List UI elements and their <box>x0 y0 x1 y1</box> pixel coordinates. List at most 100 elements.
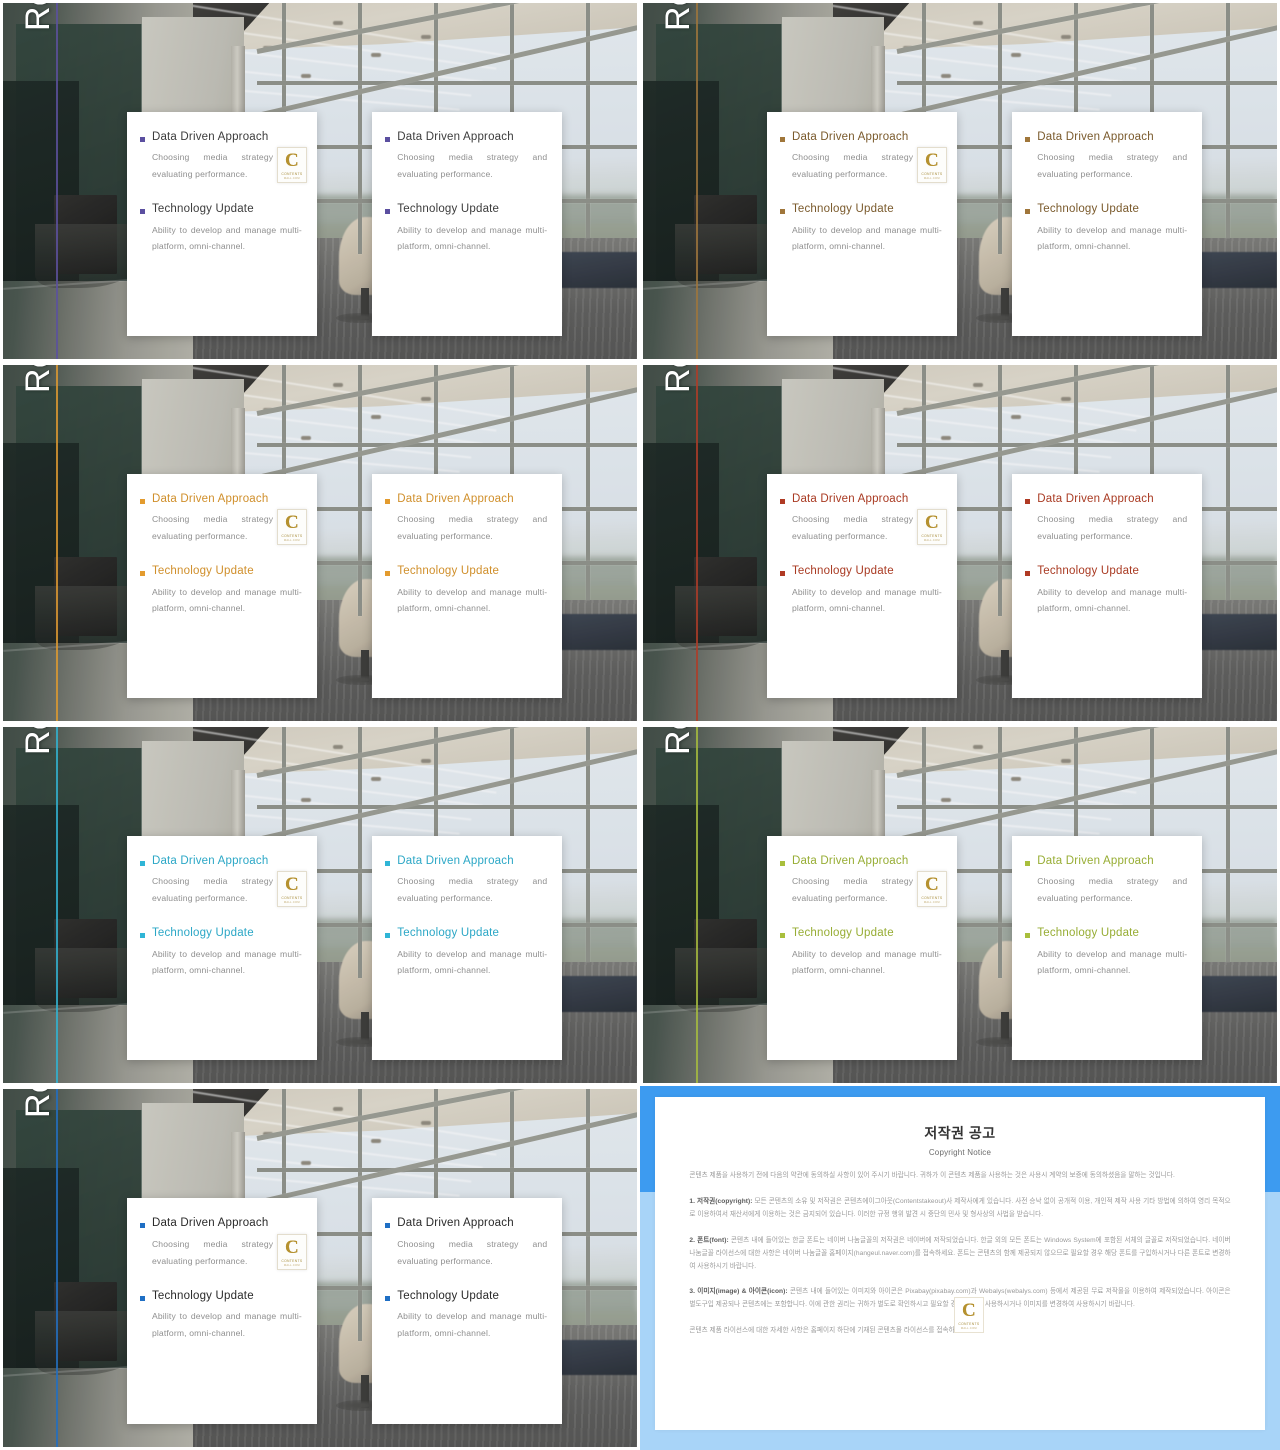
content-card-right[interactable]: Data Driven Approach Choosing media stra… <box>371 1198 563 1424</box>
slide-5[interactable]: Research Data Driven Approach Choosing m… <box>3 727 637 1083</box>
content-card-right[interactable]: Data Driven Approach Choosing media stra… <box>371 835 563 1060</box>
square-bullet-icon <box>1025 136 1031 142</box>
bullet-item-body: Ability to develop and manage multi-plat… <box>1037 586 1188 614</box>
slide-vertical-title: Research <box>659 727 698 755</box>
content-card-left[interactable]: Data Driven Approach Choosing media stra… <box>126 111 317 336</box>
bullet-item-header: Data Driven Approach <box>139 492 304 507</box>
bullet-item: Technology Update Ability to develop and… <box>139 1290 304 1342</box>
logo-letter: C <box>962 1299 976 1321</box>
square-bullet-icon <box>139 1223 145 1229</box>
bullet-item: Data Driven Approach Choosing media stra… <box>1025 855 1189 907</box>
copyright-title: 저작권 공고 <box>924 1125 996 1142</box>
square-bullet-icon <box>385 1295 391 1301</box>
bullet-item-title: Data Driven Approach <box>1037 130 1154 143</box>
brand-logo-watermark: C CONTENTS MALL.COM <box>276 509 307 546</box>
content-card-left[interactable]: Data Driven Approach Choosing media stra… <box>766 111 957 336</box>
grid-cell-4[interactable]: Research Data Driven Approach Choosing m… <box>640 362 1280 724</box>
content-card-right[interactable]: Data Driven Approach Choosing media stra… <box>1011 473 1203 698</box>
grid-cell-1[interactable]: Research Data Driven Approach Choosing m… <box>0 0 640 362</box>
bullet-item: Data Driven Approach Choosing media stra… <box>385 1217 549 1269</box>
bullet-item: Technology Update Ability to develop and… <box>139 565 304 617</box>
bullet-item-body: Ability to develop and manage multi-plat… <box>397 224 548 252</box>
logo-line1: CONTENTS <box>281 895 303 900</box>
bullet-item-title: Data Driven Approach <box>397 1217 514 1230</box>
slide-7[interactable]: Research Data Driven Approach Choosing m… <box>3 1089 637 1447</box>
content-card-left[interactable]: Data Driven Approach Choosing media stra… <box>766 473 957 698</box>
grid-cell-3[interactable]: Research Data Driven Approach Choosing m… <box>0 362 640 724</box>
slide-3[interactable]: Research Data Driven Approach Choosing m… <box>3 365 637 721</box>
content-card-right[interactable]: Data Driven Approach Choosing media stra… <box>371 111 563 336</box>
logo-letter: C <box>284 149 299 171</box>
bullet-item-header: Technology Update <box>139 202 304 217</box>
bullet-item-body: Choosing media strategy and evaluating p… <box>397 152 548 180</box>
copyright-slide[interactable]: 저작권 공고 Copyright Notice 콘텐츠 제품을 사용하기 전에 … <box>640 1086 1280 1450</box>
slide-vertical-title: Research <box>19 1089 58 1118</box>
bullet-item-header: Technology Update <box>139 927 304 941</box>
logo-line1: CONTENTS <box>921 171 943 176</box>
slide-4[interactable]: Research Data Driven Approach Choosing m… <box>643 365 1277 721</box>
bullet-item-header: Data Driven Approach <box>385 1217 549 1231</box>
content-card-inner: Data Driven Approach Choosing media stra… <box>372 1198 562 1342</box>
bullet-item-title: Data Driven Approach <box>151 130 269 143</box>
bullet-item: Technology Update Ability to develop and… <box>385 1290 549 1342</box>
bullet-item-body: Ability to develop and manage multi-plat… <box>1037 224 1188 252</box>
logo-line2: MALL.COM <box>283 176 300 180</box>
bullet-item: Data Driven Approach Choosing media stra… <box>385 855 549 907</box>
brand-logo-watermark: C CONTENTS MALL.COM <box>916 509 947 546</box>
content-card-left[interactable]: Data Driven Approach Choosing media stra… <box>126 835 317 1060</box>
copyright-section: 1. 저작권(copyright): 모든 콘텐츠의 소유 및 저작권은 콘텐츠… <box>689 1198 1231 1218</box>
bullet-item-body: Ability to develop and manage multi-plat… <box>151 586 302 614</box>
bullet-item: Technology Update Ability to develop and… <box>779 203 944 255</box>
grid-cell-2[interactable]: Research Data Driven Approach Choosing m… <box>640 0 1280 362</box>
logo-line2: MALL.COM <box>283 900 300 904</box>
content-card-right[interactable]: Data Driven Approach Choosing media stra… <box>1011 111 1203 336</box>
content-card-left[interactable]: Data Driven Approach Choosing media stra… <box>766 835 957 1060</box>
square-bullet-icon <box>1025 932 1031 938</box>
bullet-item-title: Technology Update <box>1037 202 1140 215</box>
logo-line1: CONTENTS <box>921 895 943 900</box>
bullet-item-title: Data Driven Approach <box>1037 854 1154 867</box>
bullet-item: Technology Update Ability to develop and… <box>779 565 944 617</box>
grid-cell-7[interactable]: Research Data Driven Approach Choosing m… <box>0 1086 640 1450</box>
bullet-item: Data Driven Approach Choosing media stra… <box>385 493 549 545</box>
logo-line1: CONTENTS <box>281 171 303 176</box>
content-card-right[interactable]: Data Driven Approach Choosing media stra… <box>371 473 563 698</box>
brand-logo-watermark: C CONTENTS MALL.COM <box>276 871 307 908</box>
square-bullet-icon <box>385 136 391 142</box>
bullet-item-header: Data Driven Approach <box>779 855 944 869</box>
slide-2[interactable]: Research Data Driven Approach Choosing m… <box>643 3 1277 359</box>
grid-cell-6[interactable]: Research Data Driven Approach Choosing m… <box>640 724 1280 1086</box>
square-bullet-icon <box>139 860 145 866</box>
bullet-item-title: Technology Update <box>151 202 254 215</box>
grid-cell-5[interactable]: Research Data Driven Approach Choosing m… <box>0 724 640 1086</box>
content-card-inner: Data Driven Approach Choosing media stra… <box>372 474 562 618</box>
logo-letter: C <box>924 511 939 533</box>
brand-logo-watermark: C CONTENTS MALL.COM <box>916 871 947 908</box>
brand-logo-watermark: C CONTENTS MALL.COM <box>916 147 947 184</box>
content-card-right[interactable]: Data Driven Approach Choosing media stra… <box>1011 835 1203 1060</box>
bullet-item-body: Choosing media strategy and evaluating p… <box>397 876 548 904</box>
bullet-item: Technology Update Ability to develop and… <box>779 927 944 979</box>
bullet-item-body: Choosing media strategy and evaluating p… <box>1037 876 1188 904</box>
slide-1[interactable]: Research Data Driven Approach Choosing m… <box>3 3 637 359</box>
content-card-inner: Data Driven Approach Choosing media stra… <box>372 836 562 980</box>
square-bullet-icon <box>139 208 145 214</box>
square-bullet-icon <box>779 570 785 576</box>
bullet-item: Data Driven Approach Choosing media stra… <box>385 131 549 183</box>
content-card-left[interactable]: Data Driven Approach Choosing media stra… <box>126 1198 317 1424</box>
logo-letter: C <box>284 511 299 533</box>
bullet-item-title: Data Driven Approach <box>151 492 269 505</box>
square-bullet-icon <box>1025 498 1031 504</box>
content-card-left[interactable]: Data Driven Approach Choosing media stra… <box>126 473 317 698</box>
bullet-item-body: Ability to develop and manage multi-plat… <box>397 948 548 976</box>
bullet-item-header: Data Driven Approach <box>139 1217 304 1231</box>
logo-line2: MALL.COM <box>923 900 940 904</box>
content-card-inner: Data Driven Approach Choosing media stra… <box>1012 112 1202 256</box>
slide-6[interactable]: Research Data Driven Approach Choosing m… <box>643 727 1277 1083</box>
grid-cell-8[interactable]: 저작권 공고 Copyright Notice 콘텐츠 제품을 사용하기 전에 … <box>640 1086 1280 1450</box>
square-bullet-icon <box>1025 208 1031 214</box>
bullet-item-body: Ability to develop and manage multi-plat… <box>397 1311 548 1339</box>
logo-line1: CONTENTS <box>921 533 943 538</box>
logo-line2: MALL.COM <box>923 176 940 180</box>
bullet-item: Technology Update Ability to develop and… <box>385 203 549 255</box>
